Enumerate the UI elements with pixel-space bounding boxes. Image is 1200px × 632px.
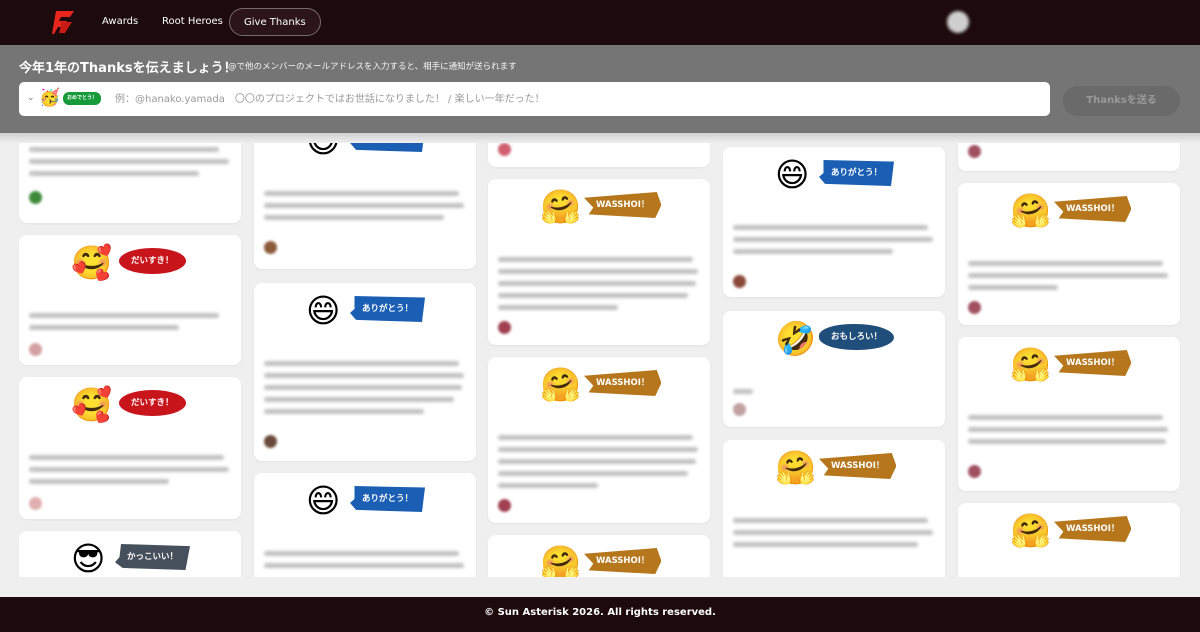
sun-asterisk-logo-icon[interactable] bbox=[50, 9, 76, 35]
composer-hint: @で他のメンバーのメールアドレスを入力すると、相手に通知が送られます bbox=[228, 62, 517, 72]
stamp-label: ありがとう！ bbox=[350, 143, 426, 152]
thanks-card[interactable]: 🤗 WASSHOI！ bbox=[958, 337, 1180, 491]
hugging-face-icon: 🤗 bbox=[775, 448, 817, 487]
stamp-select-badge[interactable]: おめでとう！ bbox=[63, 92, 102, 105]
hugging-face-icon: 🤗 bbox=[1010, 345, 1052, 384]
stamp-label: WASSHOI！ bbox=[819, 453, 897, 479]
thanks-card[interactable]: 😎 かっこいい！ bbox=[19, 531, 241, 577]
user-menu[interactable] bbox=[947, 11, 1015, 33]
thanks-card[interactable]: 🤗 WASSHOI！ bbox=[488, 535, 710, 577]
thanks-input-box[interactable]: ⌄ 🥳 おめでとう！ bbox=[19, 82, 1050, 116]
chevron-down-icon[interactable]: ⌄ bbox=[27, 93, 35, 103]
thanks-card[interactable]: 🤗 WASSHOI！ bbox=[488, 357, 710, 523]
scroll-shadow bbox=[0, 133, 1200, 143]
hugging-face-icon: 🤗 bbox=[540, 543, 582, 577]
thanks-composer: 今年1年のThanksを伝えましょう！ @で他のメンバーのメールアドレスを入力す… bbox=[0, 45, 1200, 133]
thanks-card[interactable] bbox=[19, 143, 241, 223]
hugging-face-icon: 🤗 bbox=[1010, 191, 1052, 230]
thanks-card[interactable]: 😄 ありがとう！ bbox=[254, 473, 476, 577]
grinning-face-icon: 😄 bbox=[306, 481, 341, 520]
grinning-face-icon: 😄 bbox=[306, 143, 340, 161]
smiling-face-hearts-icon: 🥰 bbox=[71, 385, 113, 424]
stamp-label: WASSHOI！ bbox=[1054, 516, 1132, 542]
grinning-face-icon: 😄 bbox=[306, 291, 341, 330]
stamp-label: WASSHOI！ bbox=[1054, 350, 1132, 376]
nav-awards[interactable]: Awards bbox=[88, 8, 152, 36]
stamp-label: WASSHOI！ bbox=[1054, 196, 1132, 222]
thanks-card[interactable]: 😄 ありがとう！ bbox=[254, 143, 476, 269]
stamp-label: かっこいい！ bbox=[115, 544, 191, 570]
footer-copyright: © Sun Asterisk 2026. All rights reserved… bbox=[484, 607, 716, 618]
stamp-label: WASSHOI！ bbox=[584, 548, 662, 574]
stamp-label: だいすき！ bbox=[119, 248, 186, 274]
stamp-label: ありがとう！ bbox=[819, 160, 895, 186]
smiling-face-sunglasses-icon: 😎 bbox=[71, 539, 106, 577]
hugging-face-icon: 🤗 bbox=[1010, 511, 1052, 550]
thanks-card[interactable] bbox=[958, 143, 1180, 171]
thanks-card[interactable] bbox=[488, 143, 710, 167]
thanks-feed[interactable]: 🥰 だいすき！ 🥰 だいすき！ 😎 かっこいい！ 😄 ありがとう！ 😄 ありがと… bbox=[0, 143, 1200, 577]
stamp-label: WASSHOI！ bbox=[584, 370, 662, 396]
thanks-card[interactable]: 🤣 おもしろい！ bbox=[723, 311, 945, 427]
party-face-icon[interactable]: 🥳 bbox=[39, 88, 60, 108]
user-name-blurred bbox=[975, 15, 1015, 30]
nav-root-heroes[interactable]: Root Heroes bbox=[148, 8, 237, 36]
user-avatar-icon bbox=[947, 11, 969, 33]
stamp-label: だいすき！ bbox=[119, 390, 186, 416]
top-navigation-bar: Awards Root Heroes Give Thanks bbox=[0, 0, 1200, 45]
rolling-laughing-face-icon: 🤣 bbox=[775, 319, 817, 358]
stamp-label: ありがとう！ bbox=[350, 296, 426, 322]
thanks-card[interactable]: 🤗 WASSHOI！ bbox=[958, 503, 1180, 577]
thanks-card[interactable]: 🥰 だいすき！ bbox=[19, 235, 241, 365]
stamp-label: ありがとう！ bbox=[350, 486, 426, 512]
grinning-face-icon: 😄 bbox=[775, 155, 810, 194]
page-footer: © Sun Asterisk 2026. All rights reserved… bbox=[0, 597, 1200, 632]
hugging-face-icon: 🤗 bbox=[540, 187, 582, 226]
thanks-card[interactable]: 🤗 WASSHOI！ bbox=[488, 179, 710, 345]
nav-give-thanks[interactable]: Give Thanks bbox=[229, 8, 321, 36]
thanks-card[interactable]: 🤗 WASSHOI！ bbox=[723, 440, 945, 577]
thanks-card[interactable]: 🥰 だいすき！ bbox=[19, 377, 241, 519]
thanks-card[interactable]: 😄 ありがとう！ bbox=[723, 147, 945, 297]
send-thanks-button[interactable]: Thanksを送る bbox=[1063, 86, 1180, 116]
thanks-message-input[interactable] bbox=[115, 90, 1035, 108]
stamp-label: おもしろい！ bbox=[819, 324, 895, 350]
smiling-face-hearts-icon: 🥰 bbox=[71, 243, 113, 282]
thanks-card[interactable]: 🤗 WASSHOI！ bbox=[958, 183, 1180, 325]
hugging-face-icon: 🤗 bbox=[540, 365, 582, 404]
composer-title: 今年1年のThanksを伝えましょう！ bbox=[19, 61, 237, 76]
thanks-card[interactable]: 😄 ありがとう！ bbox=[254, 283, 476, 461]
stamp-label: WASSHOI！ bbox=[584, 192, 662, 218]
